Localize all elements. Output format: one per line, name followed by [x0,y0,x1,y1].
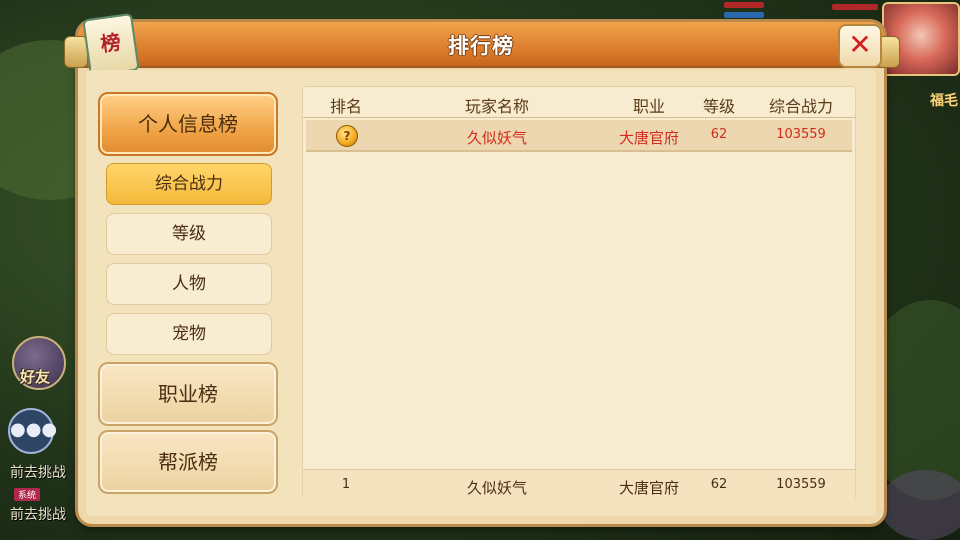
ranking-badge-icon: 榜 [82,12,140,78]
category-guild-ranking[interactable]: 帮派榜 [98,430,278,494]
my-rank-power: 103559 [776,477,826,492]
chat-message: 前去挑战 [10,507,66,523]
column-header-level: 等级 [702,97,736,116]
my-rank-number: 1 [341,477,351,492]
column-header-job: 职业 [632,97,666,116]
mp-bar [724,12,764,18]
category-job-ranking[interactable]: 职业榜 [98,362,278,426]
row-power: 103559 [776,127,826,142]
background-foliage [880,470,960,540]
hp-bar [724,2,764,8]
my-rank-footer [303,469,855,500]
chat-bubble-icon[interactable]: ●●● [8,408,57,454]
chat-message: 前去挑战 [10,465,66,481]
tab-level[interactable]: 等级 [106,213,272,255]
my-rank-player-name: 久似妖气 [466,479,528,497]
table-row[interactable] [306,120,852,152]
category-personal-info[interactable]: 个人信息榜 [98,92,278,156]
gold-medal-icon: ? [336,125,358,147]
close-icon[interactable]: ✕ [838,24,882,68]
header-divider [303,117,855,118]
column-header-player-name: 玩家名称 [464,97,530,116]
my-rank-job: 大唐官府 [618,479,680,497]
friends-label: 好友 [20,368,51,386]
my-rank-level: 62 [710,477,728,492]
tab-overall-power[interactable]: 综合战力 [106,163,272,205]
row-level: 62 [710,127,728,142]
row-job: 大唐官府 [618,129,680,147]
column-header-rank: 排名 [329,97,363,116]
panel-title: 排行榜 [448,34,514,58]
tab-pet[interactable]: 宠物 [106,313,272,355]
pet-hp-bar [832,4,878,10]
ranking-table: 排名 玩家名称 职业 等级 综合战力 ? 久似妖气 大唐官府 62 103559… [302,86,856,500]
column-header-power: 综合战力 [768,97,834,116]
ranking-panel: 排行榜 榜 ✕ 个人信息榜 综合战力 等级 人物 宠物 职业榜 帮派榜 排名 玩… [64,12,900,524]
tab-character[interactable]: 人物 [106,263,272,305]
row-player-name: 久似妖气 [466,129,528,147]
chat-tag-badge: 系统 [14,488,41,501]
side-label: 福毛 [930,93,958,109]
title-bar: 排行榜 [78,22,884,68]
